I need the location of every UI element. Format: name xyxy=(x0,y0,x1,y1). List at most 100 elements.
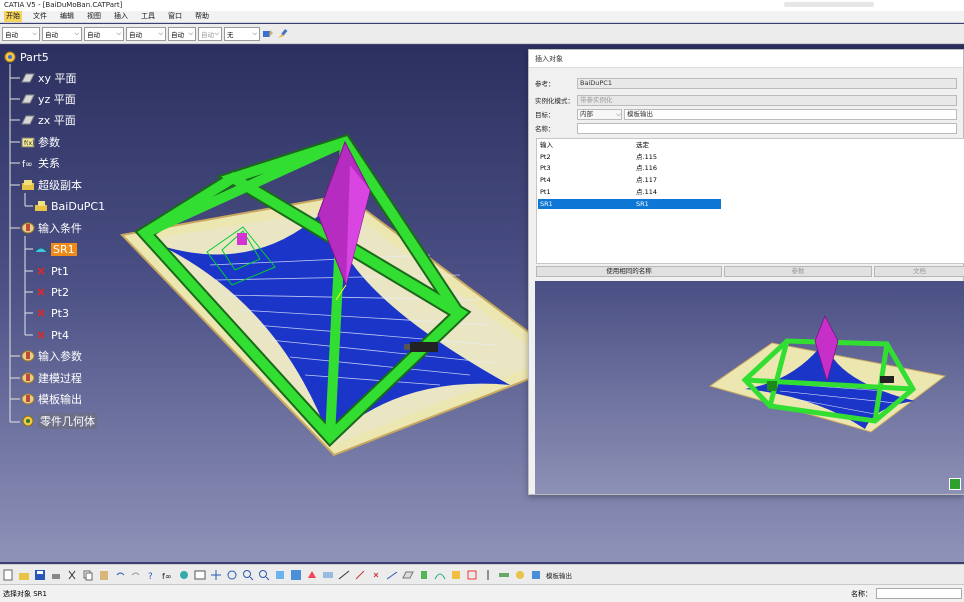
list-item-selected[interactable]: SR1 SR1 xyxy=(538,199,721,209)
knowledge-icon[interactable] xyxy=(178,569,190,581)
line-thickness-combo[interactable]: 自动 ⌵ xyxy=(84,26,124,41)
instantiation-row: 实例化模式： 带参实例化 xyxy=(529,94,957,106)
cut-icon[interactable] xyxy=(66,569,78,581)
boundary-icon[interactable] xyxy=(466,569,478,581)
formula-icon[interactable]: f∞ xyxy=(162,569,174,581)
title-decoration xyxy=(784,2,874,7)
documents-button[interactable]: 文档 xyxy=(874,266,964,277)
list-item[interactable]: Pt1 点.114 xyxy=(538,187,721,197)
target-combo[interactable]: 内部 ⌵ xyxy=(577,108,622,120)
point-tool-icon[interactable] xyxy=(370,569,382,581)
target-set-field[interactable]: 模板输出 xyxy=(624,108,957,120)
properties-toolbar: 自动 ⌵ 自动 ⌵ 自动 ⌵ 自动 ⌵ 自动 ⌵ 自动 ⌵ 无 ⌵ xyxy=(0,24,964,44)
dialog-title: 插入对象 xyxy=(529,50,963,68)
reference-label: 参考： xyxy=(535,80,555,88)
combo-value: 自动 xyxy=(129,30,142,39)
line-type-combo[interactable]: 自动 ⌵ xyxy=(126,26,166,41)
line-tool-icon[interactable] xyxy=(386,569,398,581)
painter-icon[interactable] xyxy=(262,28,274,40)
target-value: 内部 xyxy=(580,109,593,118)
extrude-icon[interactable] xyxy=(418,569,430,581)
undo-icon[interactable] xyxy=(114,569,126,581)
redo-icon[interactable] xyxy=(130,569,142,581)
command-input[interactable] xyxy=(876,588,962,599)
selected-cell: 点.114 xyxy=(636,188,657,196)
command-label: 名称： xyxy=(851,590,872,598)
menu-window[interactable]: 窗口 xyxy=(166,11,184,22)
zoom-in-icon[interactable] xyxy=(242,569,254,581)
chevron-down-icon: ⌵ xyxy=(214,29,219,37)
input-cell: Pt1 xyxy=(540,188,551,196)
new-file-icon[interactable] xyxy=(2,569,14,581)
color-combo[interactable]: 自动 ⌵ xyxy=(2,26,40,41)
layer-combo-disabled: 自动 ⌵ xyxy=(198,26,222,41)
properties-brush-icon[interactable] xyxy=(276,28,288,40)
measure-icon[interactable] xyxy=(338,569,350,581)
header-selected: 选定 xyxy=(636,141,649,149)
toolbar-label: 模板输出 xyxy=(546,571,572,580)
input-cell: SR1 xyxy=(540,200,553,208)
list-item[interactable]: Pt3 点.116 xyxy=(538,163,721,173)
selected-cell: 点.116 xyxy=(636,164,657,172)
instantiation-mode-field: 带参实例化 xyxy=(577,94,957,106)
pan-icon[interactable] xyxy=(210,569,222,581)
use-same-name-button[interactable]: 使用相同的名称 xyxy=(536,266,722,277)
zoom-out-icon[interactable] xyxy=(258,569,270,581)
menu-edit[interactable]: 编辑 xyxy=(58,11,76,22)
parameters-button[interactable]: 参数 xyxy=(724,266,872,277)
menu-start[interactable]: 开始 xyxy=(4,11,22,22)
transparency-combo[interactable]: 自动 ⌵ xyxy=(42,26,82,41)
tree-connector-lines xyxy=(9,64,33,423)
input-cell: Pt3 xyxy=(540,164,551,172)
name-label: 名称： xyxy=(535,125,555,133)
sketch-icon[interactable] xyxy=(354,569,366,581)
combo-value: 自动 xyxy=(5,30,18,39)
combo-value: 自动 xyxy=(201,30,214,39)
fill-icon[interactable] xyxy=(450,569,462,581)
hide-show-icon[interactable] xyxy=(322,569,334,581)
split-icon[interactable] xyxy=(482,569,494,581)
combo-value: 无 xyxy=(227,30,234,39)
confirm-icon[interactable] xyxy=(949,478,961,490)
plane-tool-icon[interactable] xyxy=(402,569,414,581)
list-item[interactable]: Pt2 点.115 xyxy=(538,152,721,162)
rotate-icon[interactable] xyxy=(226,569,238,581)
input-cell: Pt2 xyxy=(540,153,551,161)
combo-value: 自动 xyxy=(171,30,184,39)
insert-object-dialog: 插入对象 参考： BaiDuPC1 实例化模式： 带参实例化 目标： 内部 ⌵ 模… xyxy=(528,49,964,495)
save-icon[interactable] xyxy=(34,569,46,581)
chevron-down-icon: ⌵ xyxy=(116,29,121,37)
paste-icon[interactable] xyxy=(98,569,110,581)
list-item[interactable]: Pt4 点.117 xyxy=(538,175,721,185)
name-input[interactable] xyxy=(577,122,957,134)
menu-insert[interactable]: 插入 xyxy=(112,11,130,22)
menu-tools[interactable]: 工具 xyxy=(139,11,157,22)
print-icon[interactable] xyxy=(50,569,62,581)
name-row: 名称： xyxy=(529,122,957,134)
menu-help[interactable]: 帮助 xyxy=(193,11,211,22)
menu-bar: 开始 文件 编辑 视图 插入 工具 窗口 帮助 xyxy=(0,11,964,23)
menu-view[interactable]: 视图 xyxy=(85,11,103,22)
status-text: 选择对象 SR1 xyxy=(3,590,47,598)
open-folder-icon[interactable] xyxy=(18,569,30,581)
preview-viewport xyxy=(535,281,964,494)
point-symbol-combo[interactable]: 自动 ⌵ xyxy=(168,26,196,41)
svg-text:f∞: f∞ xyxy=(162,572,171,581)
render-style-icon[interactable] xyxy=(306,569,318,581)
multi-view-icon[interactable] xyxy=(290,569,302,581)
bottom-toolbar: ? f∞ 模板输出 xyxy=(0,564,964,584)
layer-combo[interactable]: 无 ⌵ xyxy=(224,26,260,41)
table-icon[interactable] xyxy=(194,569,206,581)
menu-file[interactable]: 文件 xyxy=(31,11,49,22)
knowledge-template-icon[interactable] xyxy=(514,569,526,581)
copy-icon[interactable] xyxy=(82,569,94,581)
instantiate-icon[interactable] xyxy=(530,569,542,581)
join-icon[interactable] xyxy=(498,569,510,581)
normal-view-icon[interactable] xyxy=(274,569,286,581)
reference-field: BaiDuPC1 xyxy=(577,77,957,89)
input-cell: Pt4 xyxy=(540,176,551,184)
title-bar: CATIA V5 - [BaiDuMoBan.CATPart] xyxy=(0,0,964,11)
window-title: CATIA V5 - [BaiDuMoBan.CATPart] xyxy=(4,1,123,9)
whats-this-icon[interactable]: ? xyxy=(146,569,158,581)
sweep-icon[interactable] xyxy=(434,569,446,581)
